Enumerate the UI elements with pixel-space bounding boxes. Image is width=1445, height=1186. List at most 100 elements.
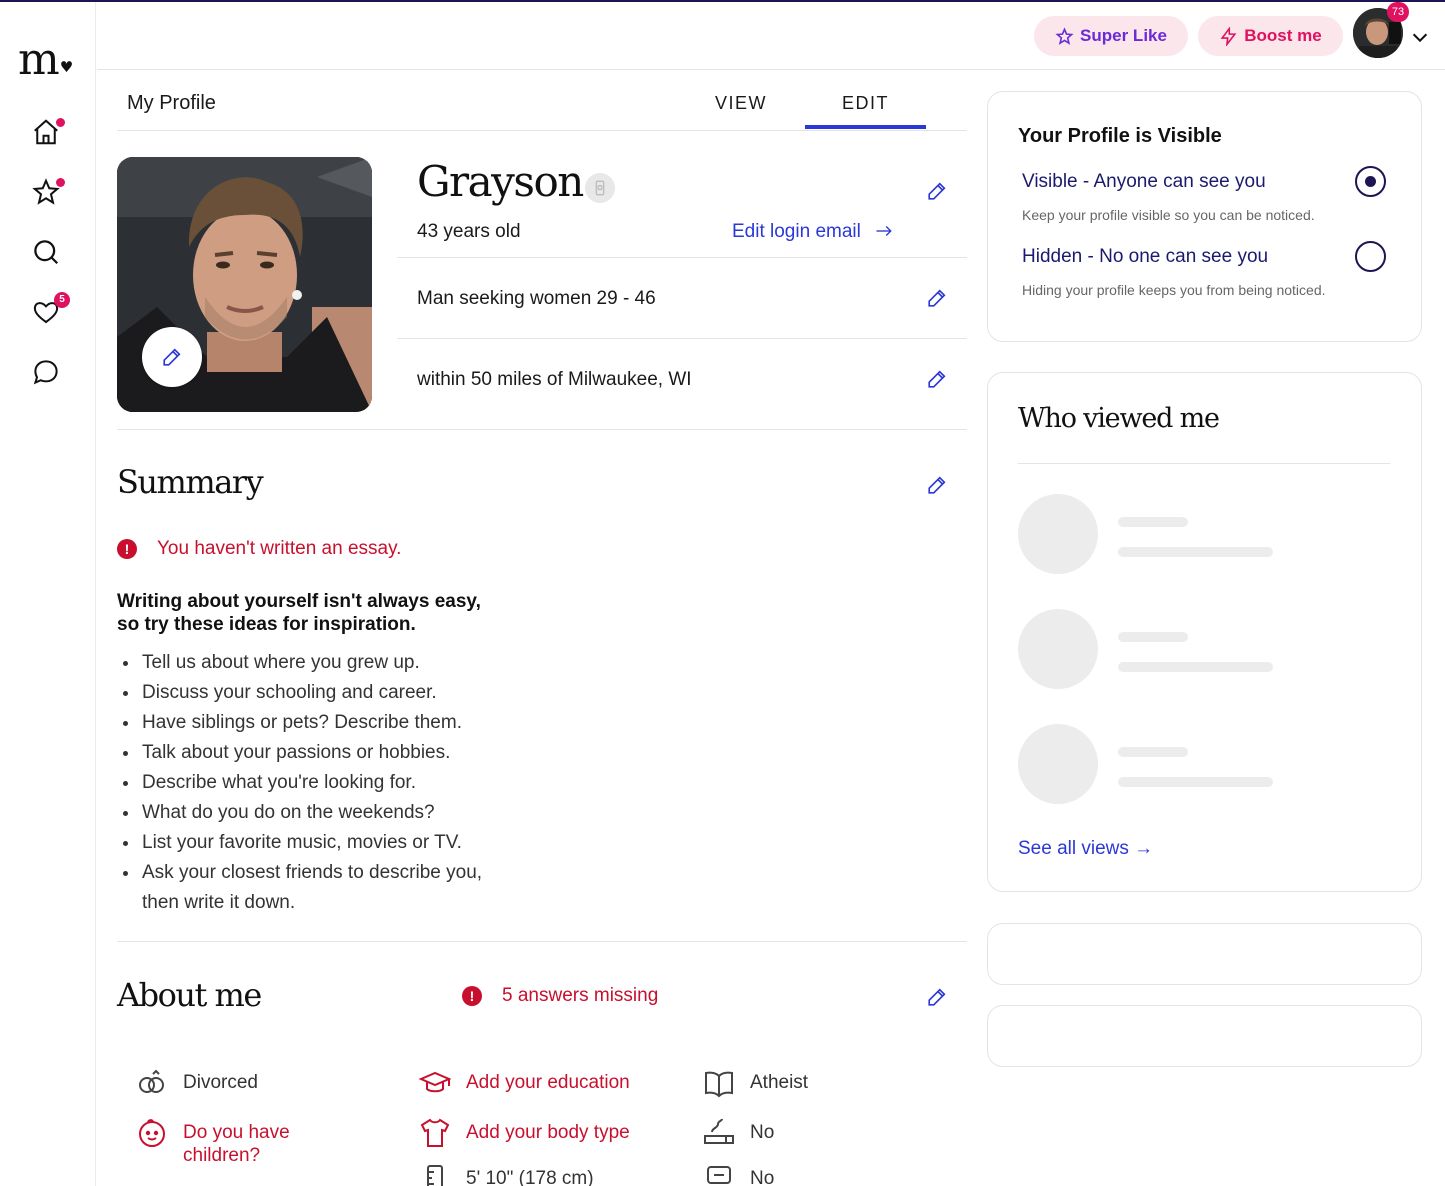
viewer-placeholder-line [1118, 662, 1273, 672]
visibility-title: Your Profile is Visible [1018, 125, 1222, 147]
list-item: Discuss your schooling and career. [123, 678, 522, 708]
alert-icon: ! [117, 539, 137, 559]
nav-home-button[interactable] [30, 116, 65, 148]
edit-name-button[interactable] [926, 180, 948, 202]
graduation-cap-icon [418, 1071, 452, 1093]
sidebar-nav: m♥ 5 [0, 2, 96, 1186]
ideas-heading: Writing about yourself isn't always easy… [117, 590, 537, 636]
marital-status-value: Divorced [183, 1072, 258, 1093]
profile-name: Grayson [417, 157, 584, 206]
nav-likes-button[interactable]: 5 [30, 292, 70, 328]
lightning-icon [1220, 26, 1237, 46]
viewer-placeholder-line [1118, 747, 1188, 757]
list-item: Tell us about where you grew up. [123, 648, 522, 678]
education-field[interactable]: Add your education [418, 1066, 630, 1100]
divider [117, 941, 967, 942]
pencil-icon [928, 370, 946, 388]
seeking-text: Man seeking women 29 - 46 [417, 288, 656, 309]
hidden-radio[interactable] [1355, 241, 1386, 272]
viewer-placeholder-line [1118, 547, 1273, 557]
divider [1018, 463, 1390, 464]
body-type-value: Add your body type [466, 1122, 630, 1143]
viewer-placeholder-line [1118, 632, 1188, 642]
active-tab-indicator [805, 125, 926, 129]
summary-title: Summary [117, 463, 264, 501]
pencil-icon [928, 476, 946, 494]
ideas-heading-line1: Writing about yourself isn't always easy… [117, 591, 481, 612]
edit-about-button[interactable] [926, 986, 948, 1008]
star-outline-icon [1055, 26, 1074, 45]
body-type-field[interactable]: Add your body type [418, 1116, 630, 1150]
page-title: My Profile [127, 92, 216, 114]
super-like-button[interactable]: Super Like [1034, 16, 1188, 56]
drinking-field[interactable]: No [702, 1162, 774, 1186]
drinking-value: No [750, 1168, 775, 1186]
religion-value: Atheist [750, 1072, 809, 1093]
nav-search-button[interactable] [30, 236, 62, 268]
hidden-option-description: Hiding your profile keeps you from being… [1022, 282, 1326, 298]
viewer-placeholder-avatar [1018, 494, 1098, 574]
list-item: Describe what you're looking for. [123, 768, 522, 798]
edit-location-button[interactable] [926, 368, 948, 390]
edit-seeking-button[interactable] [926, 287, 948, 309]
verification-badge[interactable] [585, 173, 615, 203]
ideas-list: Tell us about where you grew up. Discuss… [123, 648, 522, 918]
phone-verify-icon [595, 180, 605, 196]
pencil-icon [928, 182, 946, 200]
placeholder-card [987, 923, 1422, 985]
chat-bubble-icon [33, 360, 58, 385]
smoking-field[interactable]: No [702, 1116, 774, 1150]
placeholder-card [987, 1005, 1422, 1067]
list-item: What do you do on the weekends? [123, 798, 522, 828]
nav-favorites-dot [56, 178, 65, 187]
height-value: 5' 10" (178 cm) [466, 1168, 594, 1186]
viewer-placeholder-avatar [1018, 609, 1098, 689]
search-icon [34, 240, 59, 265]
visible-option-label[interactable]: Visible - Anyone can see you [1022, 171, 1266, 193]
edit-login-email-label: Edit login email [732, 221, 861, 242]
tabs-divider [117, 130, 967, 131]
edit-login-email-link[interactable]: Edit login email [732, 221, 896, 243]
viewer-placeholder-avatar [1018, 724, 1098, 804]
list-item: Have siblings or pets? Describe them. [123, 708, 522, 738]
about-title: About me [117, 976, 262, 1014]
boost-label: Boost me [1244, 26, 1322, 45]
edit-photo-button[interactable] [142, 327, 202, 387]
list-item: Talk about your passions or hobbies. [123, 738, 522, 768]
children-question[interactable]: Do you have children? [135, 1116, 290, 1167]
pencil-icon [928, 988, 946, 1006]
boost-button[interactable]: Boost me [1198, 16, 1343, 56]
pencil-icon [163, 348, 181, 366]
nav-messages-button[interactable] [30, 356, 62, 388]
see-all-views-link[interactable]: See all views → [1018, 838, 1153, 860]
divider [397, 257, 967, 258]
education-value: Add your education [466, 1072, 630, 1093]
smoking-value: No [750, 1122, 775, 1143]
shirt-icon [420, 1118, 450, 1147]
top-header: Super Like Boost me 73 [97, 2, 1445, 70]
visible-radio[interactable] [1355, 166, 1386, 197]
nav-home-dot [56, 118, 65, 127]
chevron-down-icon[interactable] [1409, 26, 1431, 48]
rings-icon [139, 1069, 164, 1093]
answers-missing-text: 5 answers missing [502, 985, 659, 1006]
nav-likes-badge: 5 [54, 292, 70, 308]
viewer-placeholder-line [1118, 777, 1273, 787]
edit-summary-button[interactable] [926, 474, 948, 496]
religion-field[interactable]: Atheist [702, 1066, 808, 1100]
profile-age: 43 years old [417, 221, 521, 242]
height-field[interactable]: 5' 10" (178 cm) [418, 1162, 594, 1186]
tab-view[interactable]: VIEW [715, 93, 767, 114]
nav-favorites-button[interactable] [30, 176, 65, 208]
hidden-option-label[interactable]: Hidden - No one can see you [1022, 246, 1268, 268]
divider [117, 429, 967, 430]
open-book-icon [705, 1071, 733, 1098]
marital-status[interactable]: Divorced [135, 1066, 258, 1100]
list-item: List your favorite music, movies or TV. [123, 828, 522, 858]
notification-badge: 73 [1387, 2, 1409, 22]
app-logo[interactable]: m♥ [18, 38, 73, 91]
answers-missing-warning[interactable]: ! 5 answers missing [462, 985, 658, 1007]
super-like-label: Super Like [1080, 26, 1167, 45]
smoking-icon [704, 1118, 734, 1144]
tab-edit[interactable]: EDIT [842, 93, 889, 114]
